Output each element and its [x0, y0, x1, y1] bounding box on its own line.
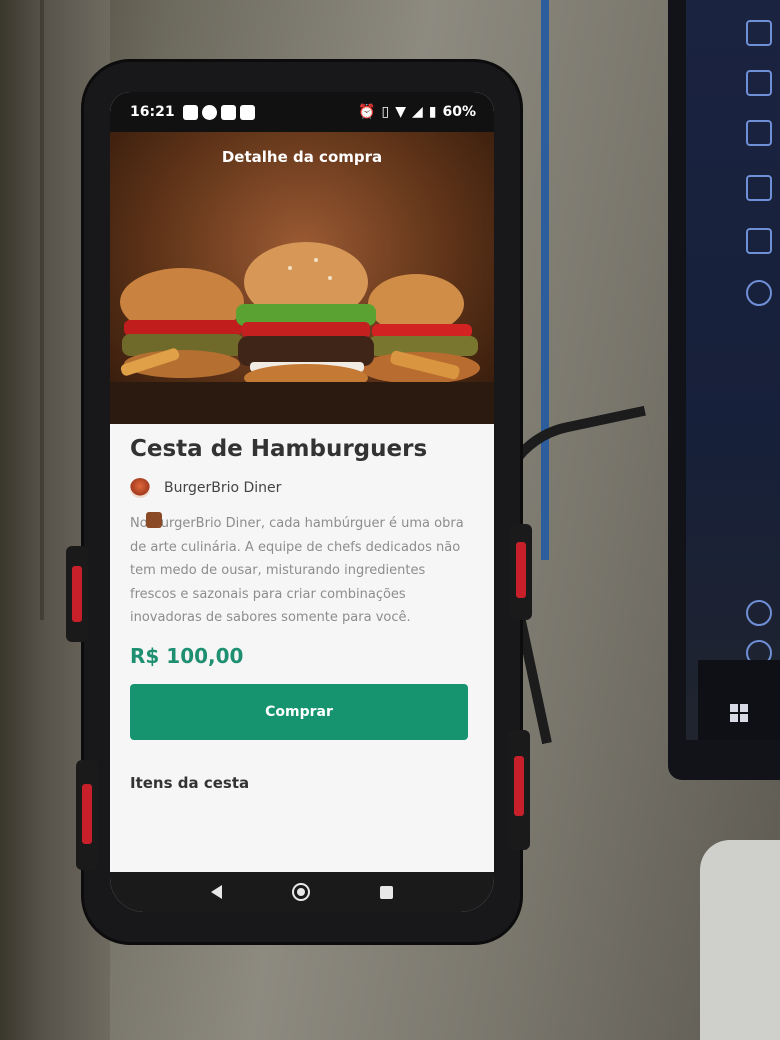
- alarm-icon: ⏰: [358, 104, 376, 120]
- product-price: R$ 100,00: [130, 643, 244, 668]
- android-navbar: [110, 872, 494, 912]
- signal-icon: ◢: [411, 104, 423, 120]
- store-name: BurgerBrio Diner: [164, 480, 282, 496]
- monitor: [668, 0, 780, 780]
- status-bar: 16:21 ⏰ ▯ ▼ ◢ ▮ 60%: [110, 92, 494, 132]
- battery-icon: ▮: [428, 104, 437, 120]
- recent-apps-icon[interactable]: [380, 885, 393, 899]
- mail-icon: [220, 104, 236, 120]
- hero-image: Detalhe da compra: [110, 132, 494, 424]
- vibrate-icon: ▯: [381, 104, 390, 120]
- photo-scene: 16:21 ⏰ ▯ ▼ ◢ ▮ 60% Detalhe da compra Ce…: [0, 0, 780, 1040]
- debug-icon: [746, 120, 772, 146]
- phone-clamp-right: [510, 524, 532, 620]
- product-details: Cesta de Hamburguers BurgerBrio Diner No…: [110, 424, 494, 872]
- wooden-board: [110, 382, 494, 424]
- buy-button[interactable]: Comprar: [130, 683, 468, 740]
- status-time: 16:21: [130, 104, 175, 120]
- phone-clamp-left: [66, 546, 88, 642]
- taskbar: [698, 660, 780, 740]
- assistant-icon: [201, 104, 217, 120]
- burgers-image: [120, 242, 480, 392]
- deploy-icon: [746, 175, 772, 201]
- bookmark-icon: [746, 228, 772, 254]
- wall-crack: [40, 0, 44, 620]
- extensions-icon: [746, 70, 772, 96]
- monitor-stand: [700, 840, 780, 1040]
- phone-clamp-right-lower: [508, 730, 530, 850]
- store-row[interactable]: BurgerBrio Diner: [130, 478, 474, 498]
- s-app-icon: [239, 104, 255, 120]
- basket-items-heading: Itens da cesta: [130, 773, 250, 792]
- phone-clamp-left-lower: [76, 760, 98, 870]
- store-logo-icon: [130, 478, 150, 498]
- account-icon: [746, 600, 772, 626]
- basket-item-thumbnail[interactable]: [146, 512, 162, 528]
- product-title: Cesta de Hamburguers: [130, 436, 428, 462]
- youtube-icon: [182, 104, 198, 120]
- home-icon[interactable]: [292, 883, 310, 901]
- back-icon[interactable]: [211, 885, 222, 899]
- windows-logo-icon: [730, 704, 748, 722]
- source-control-icon: [746, 280, 772, 306]
- app-screen: 16:21 ⏰ ▯ ▼ ◢ ▮ 60% Detalhe da compra Ce…: [110, 92, 494, 912]
- product-description: No BurgerBrio Diner, cada hambúrguer é u…: [130, 516, 464, 625]
- wifi-icon: ▼: [395, 104, 406, 120]
- monitor-screen: [686, 0, 780, 740]
- battery-percent: 60%: [442, 104, 476, 120]
- files-icon: [746, 20, 772, 46]
